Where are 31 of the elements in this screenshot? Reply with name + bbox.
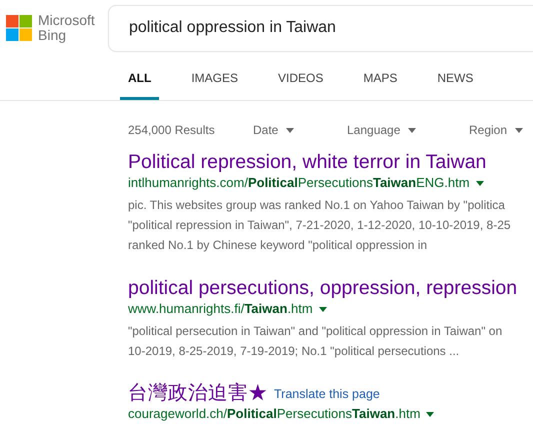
- caret-icon: [408, 128, 416, 132]
- caret-icon[interactable]: [318, 306, 327, 312]
- result-snippet: 10-2019, 8-25-2019, 7-19-2019; No.1 "political persecutions ...: [128, 343, 460, 360]
- caret-icon[interactable]: [426, 412, 434, 416]
- result-title-link[interactable]: Political repression, white terror in Taiwan: [128, 150, 486, 174]
- caret-icon: [515, 128, 524, 132]
- result-title-link[interactable]: political persecutions, oppression, repression: [128, 276, 518, 300]
- result-snippet: "political repression in Taiwan", 7-21-2020, 1-12-2020, 10-10-2019, 8-25: [128, 217, 512, 234]
- result-snippet: "political persecution in Taiwan" and "political oppression in Taiwan" on: [128, 323, 504, 340]
- search-field[interactable]: political oppression in Taiwan: [108, 4, 533, 52]
- nav-tab[interactable]: VIDEOS: [270, 52, 332, 100]
- result-snippet: pic. This websites group was ranked No.1 on Yahoo Taiwan by "politica: [128, 197, 506, 214]
- nav-tab[interactable]: ALL: [120, 52, 160, 100]
- logo-text: Microsoft: [38, 13, 95, 28]
- caret-icon: [286, 128, 294, 132]
- result-count: 254,000 Results: [128, 122, 216, 139]
- result-snippet: ranked No.1 by Chinese keyword "political oppression in: [128, 237, 428, 254]
- filter-dropdown[interactable]: Date: [253, 121, 347, 139]
- filter-dropdown[interactable]: Region: [469, 121, 524, 139]
- nav-tab[interactable]: MAPS: [355, 52, 406, 100]
- result-url: www.humanrights.fi/Taiwan.htm: [128, 300, 313, 318]
- translate-link[interactable]: Translate this page: [274, 385, 380, 404]
- nav-tab[interactable]: IMAGES: [183, 52, 246, 100]
- result-url: courageworld.ch/PoliticalPersecutionsTaiwan.htm: [128, 405, 420, 423]
- caret-icon[interactable]: [476, 180, 484, 186]
- logo-icon: [6, 15, 32, 41]
- filter-dropdown[interactable]: Language: [347, 121, 469, 139]
- nav-tab[interactable]: NEWS: [429, 52, 482, 100]
- result-title-link[interactable]: 台灣政治迫害★: [128, 381, 268, 405]
- result-url: intlhumanrights.com/PoliticalPersecutionsTaiwanENG.htm: [128, 174, 470, 192]
- logo-text: Bing: [38, 28, 68, 43]
